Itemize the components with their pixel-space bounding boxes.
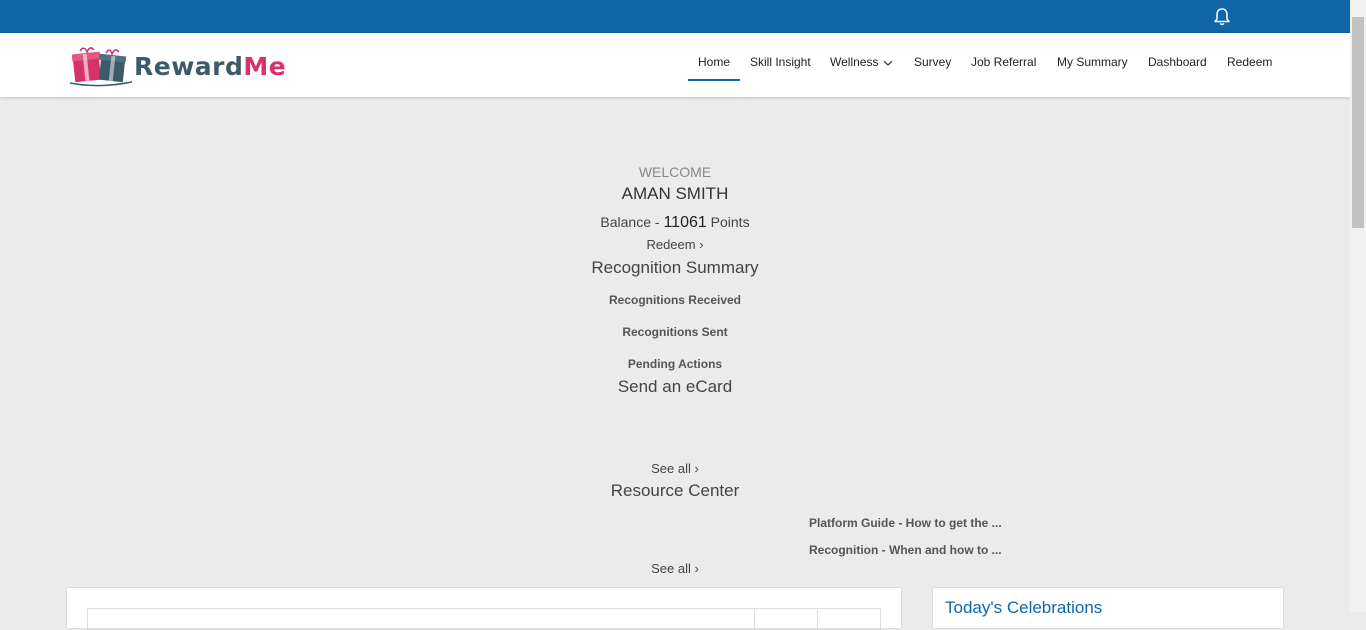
- pending-actions[interactable]: Pending Actions: [0, 357, 1350, 371]
- resource-center-title: Resource Center: [610, 481, 740, 500]
- points-balance: Balance - 11061 Points: [0, 214, 1350, 232]
- ecard-see-all-row: See all ›: [0, 460, 1350, 478]
- redeem-link[interactable]: Redeem ›: [646, 237, 703, 252]
- nav-survey[interactable]: Survey: [914, 55, 951, 69]
- feed-table-divider: [817, 609, 818, 629]
- bell-icon[interactable]: [1212, 7, 1232, 27]
- resources-see-all-row: See all ›: [0, 560, 1350, 578]
- resource-item[interactable]: Platform Guide - How to get the ...: [809, 516, 1002, 530]
- celebrations-title: Today's Celebrations: [945, 598, 1103, 617]
- feed-card: [66, 587, 902, 630]
- brand-logo[interactable]: RewardMe: [68, 45, 286, 87]
- nav-wellness-label: Wellness: [830, 55, 879, 69]
- send-ecard-title: Send an eCard: [617, 377, 733, 396]
- nav-wellness[interactable]: Wellness: [830, 55, 893, 69]
- nav-dashboard[interactable]: Dashboard: [1148, 55, 1207, 69]
- feed-table-frame: [87, 608, 881, 630]
- nav-skill-insight[interactable]: Skill Insight: [750, 55, 811, 69]
- recognitions-sent[interactable]: Recognitions Sent: [0, 325, 1350, 339]
- brand-name-part2: Me: [243, 52, 287, 81]
- nav-job-referral[interactable]: Job Referral: [971, 55, 1036, 69]
- feed-table-divider: [754, 609, 755, 629]
- recognitions-received[interactable]: Recognitions Received: [0, 293, 1350, 307]
- celebrations-card: Today's Celebrations: [932, 587, 1284, 629]
- nav-home[interactable]: Home: [687, 55, 741, 81]
- balance-suffix: Points: [706, 214, 750, 230]
- scrollbar-thumb[interactable]: [1352, 17, 1364, 228]
- welcome-label: WELCOME: [638, 164, 712, 180]
- chevron-down-icon: [884, 60, 893, 66]
- top-bar: [0, 0, 1350, 33]
- redeem-link-row: Redeem ›: [0, 236, 1350, 254]
- resource-item[interactable]: Recognition - When and how to ...: [809, 543, 1002, 557]
- recognition-summary-title: Recognition Summary: [591, 258, 759, 277]
- brand-name-part1: Reward: [134, 52, 244, 81]
- user-name: AMAN SMITH: [621, 184, 729, 203]
- ecard-see-all-link[interactable]: See all ›: [651, 461, 699, 476]
- balance-value: 11061: [663, 214, 707, 231]
- main-navbar: RewardMe Home Skill Insight Wellness Sur…: [0, 33, 1350, 97]
- brand-name: RewardMe: [134, 52, 286, 81]
- nav-my-summary[interactable]: My Summary: [1057, 55, 1128, 69]
- gift-boxes-logo-icon: [69, 47, 132, 87]
- resources-see-all-link[interactable]: See all ›: [651, 561, 699, 576]
- nav-redeem[interactable]: Redeem: [1227, 55, 1272, 69]
- balance-prefix: Balance -: [600, 214, 664, 230]
